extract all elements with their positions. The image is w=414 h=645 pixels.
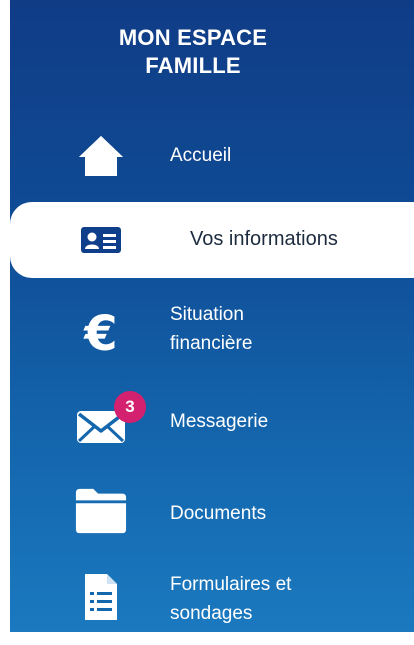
nav-label-situation-financiere: Situation financière [170,304,253,354]
nav-item-vos-informations[interactable]: Vos informations [10,202,414,278]
nav-label-vos-informations: Vos informations [190,228,338,250]
nav-label-accueil: Accueil [170,145,232,166]
folder-icon [74,484,128,538]
svg-text:€: € [83,306,117,358]
nav-item-messagerie[interactable]: Messagerie [10,382,414,460]
sidebar: MON ESPACE FAMILLE Accueil Vos informati… [10,0,414,632]
form-icon [74,570,128,624]
home-icon [74,129,128,183]
id-card-icon [74,213,128,267]
nav-label-messagerie: Messagerie [170,411,269,432]
nav-item-formulaires[interactable]: Formulaires et sondages [10,564,414,632]
nav-item-situation-financiere[interactable]: € Situation financière [10,296,414,374]
unread-badge: 3 [114,391,146,423]
euro-icon: € [74,304,128,358]
nav-item-accueil[interactable]: Accueil [10,116,414,194]
brand-title: MON ESPACE FAMILLE [118,25,268,78]
nav-label-documents: Documents [170,503,267,524]
nav-item-documents[interactable]: Documents [10,474,414,552]
nav-label-formulaires: Formulaires et sondages [170,574,292,624]
